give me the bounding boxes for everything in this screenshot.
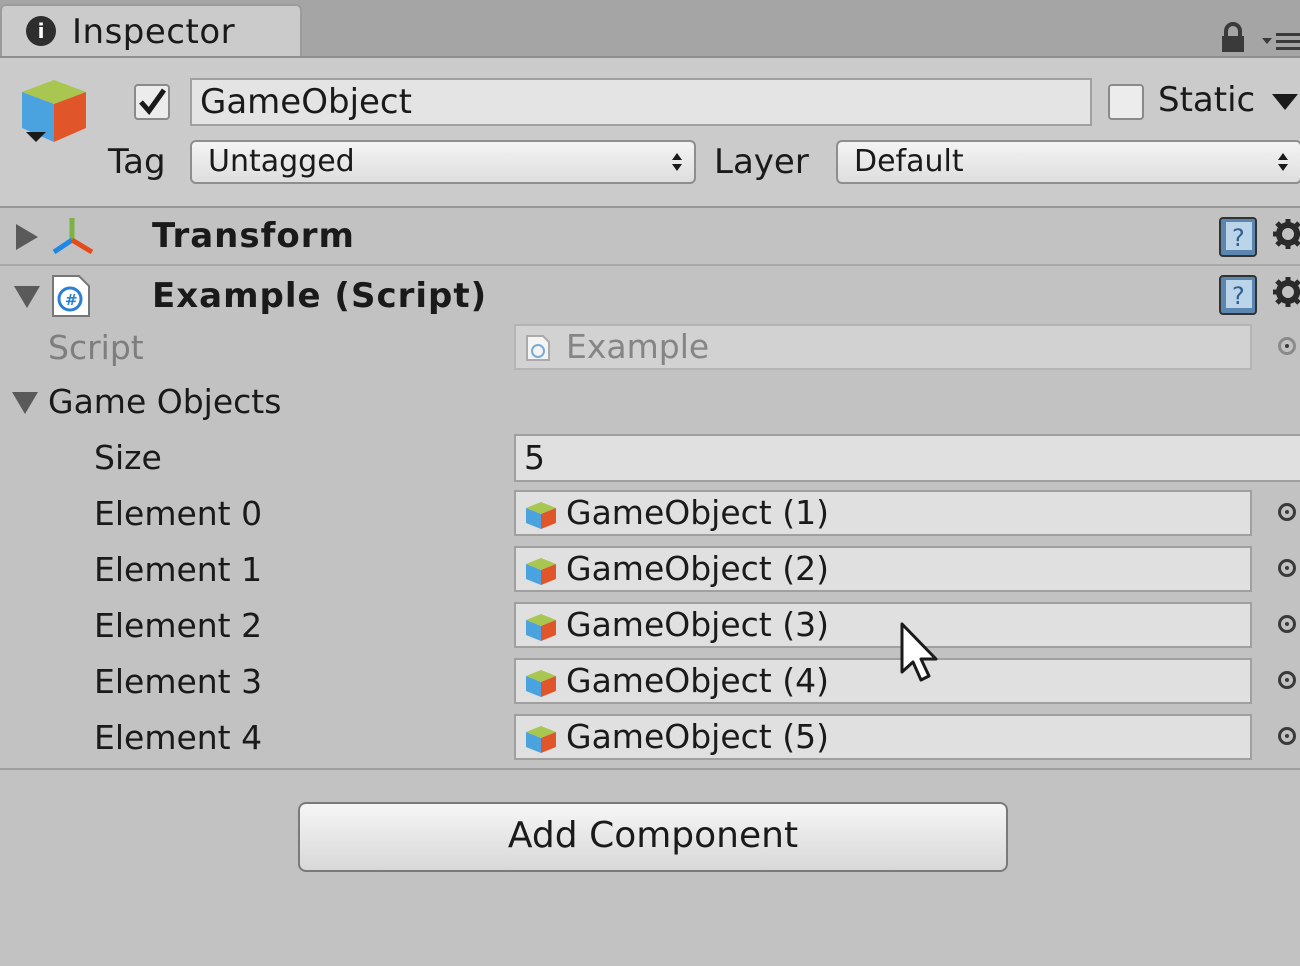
updown-arrows-icon [1278,153,1288,171]
fold-expanded-icon[interactable] [14,286,40,308]
element-object-value: GameObject (5) [566,717,829,756]
gameobject-name-field[interactable]: GameObject [190,78,1092,126]
element-object-field[interactable]: GameObject (2) [514,546,1252,592]
gameobject-cube-icon [526,670,556,697]
element-object-value: GameObject (4) [566,661,829,700]
layer-dropdown[interactable]: Default [836,140,1300,184]
object-picker-icon[interactable] [1278,503,1296,521]
element-object-value: GameObject (3) [566,605,829,644]
element-label: Element 4 [94,718,263,757]
gameobject-cube-icon [526,558,556,585]
element-label: Element 2 [94,606,263,645]
info-icon: i [26,16,56,46]
fold-expanded-icon[interactable] [12,392,38,414]
gameobject-cube-icon [526,726,556,753]
object-picker-icon[interactable] [1278,559,1296,577]
size-label: Size [94,438,162,477]
script-field: Example [514,324,1252,370]
transform-axes-icon [50,214,96,262]
add-component-button[interactable]: Add Component [298,802,1008,872]
size-field[interactable]: 5 [514,434,1300,482]
help-book-icon[interactable]: ? [1218,274,1260,320]
active-checkbox[interactable] [134,84,170,120]
script-label: Script [48,328,144,367]
object-picker-icon[interactable] [1278,615,1296,633]
layer-label: Layer [714,142,809,182]
element-object-field[interactable]: GameObject (4) [514,658,1252,704]
object-picker-icon[interactable] [1278,337,1296,355]
layer-dropdown-value: Default [854,144,964,179]
updown-arrows-icon [672,153,682,171]
element-label: Element 0 [94,494,263,533]
gameobject-cube-icon [526,614,556,641]
script-csharp-icon: # [50,274,92,322]
svg-text:?: ? [1232,282,1245,310]
tag-label: Tag [108,142,166,182]
fold-collapsed-icon[interactable] [16,224,38,250]
object-picker-icon[interactable] [1278,671,1296,689]
element-object-value: GameObject (2) [566,549,829,588]
gear-icon[interactable] [1272,216,1300,256]
component-divider [0,768,1300,770]
element-label: Element 1 [94,550,263,589]
element-object-field[interactable]: GameObject (3) [514,602,1252,648]
game-objects-label[interactable]: Game Objects [48,382,281,421]
gameobject-cube-icon[interactable] [16,76,92,152]
script-field-value: Example [566,327,710,366]
mouse-cursor-icon [898,622,942,688]
gear-icon[interactable] [1272,274,1300,314]
inspector-tab-label: Inspector [72,12,236,52]
help-book-icon[interactable]: ? [1218,216,1260,262]
lock-icon[interactable] [1218,22,1248,58]
static-dropdown-arrow-icon[interactable] [1272,94,1298,110]
gameobject-cube-icon [526,502,556,529]
element-object-field[interactable]: GameObject (5) [514,714,1252,760]
static-checkbox[interactable] [1108,84,1144,120]
element-label: Element 3 [94,662,263,701]
transform-title: Transform [152,216,355,256]
example-script-title: Example (Script) [152,276,488,316]
svg-text:?: ? [1232,224,1245,252]
element-object-field[interactable]: GameObject (1) [514,490,1252,536]
tag-dropdown[interactable]: Untagged [190,140,696,184]
svg-text:#: # [65,291,78,309]
object-picker-icon[interactable] [1278,727,1296,745]
element-object-value: GameObject (1) [566,493,829,532]
static-label: Static [1158,80,1256,120]
tag-dropdown-value: Untagged [208,144,355,179]
tab-menu-icon[interactable] [1262,30,1300,56]
script-csharp-icon [526,335,550,361]
